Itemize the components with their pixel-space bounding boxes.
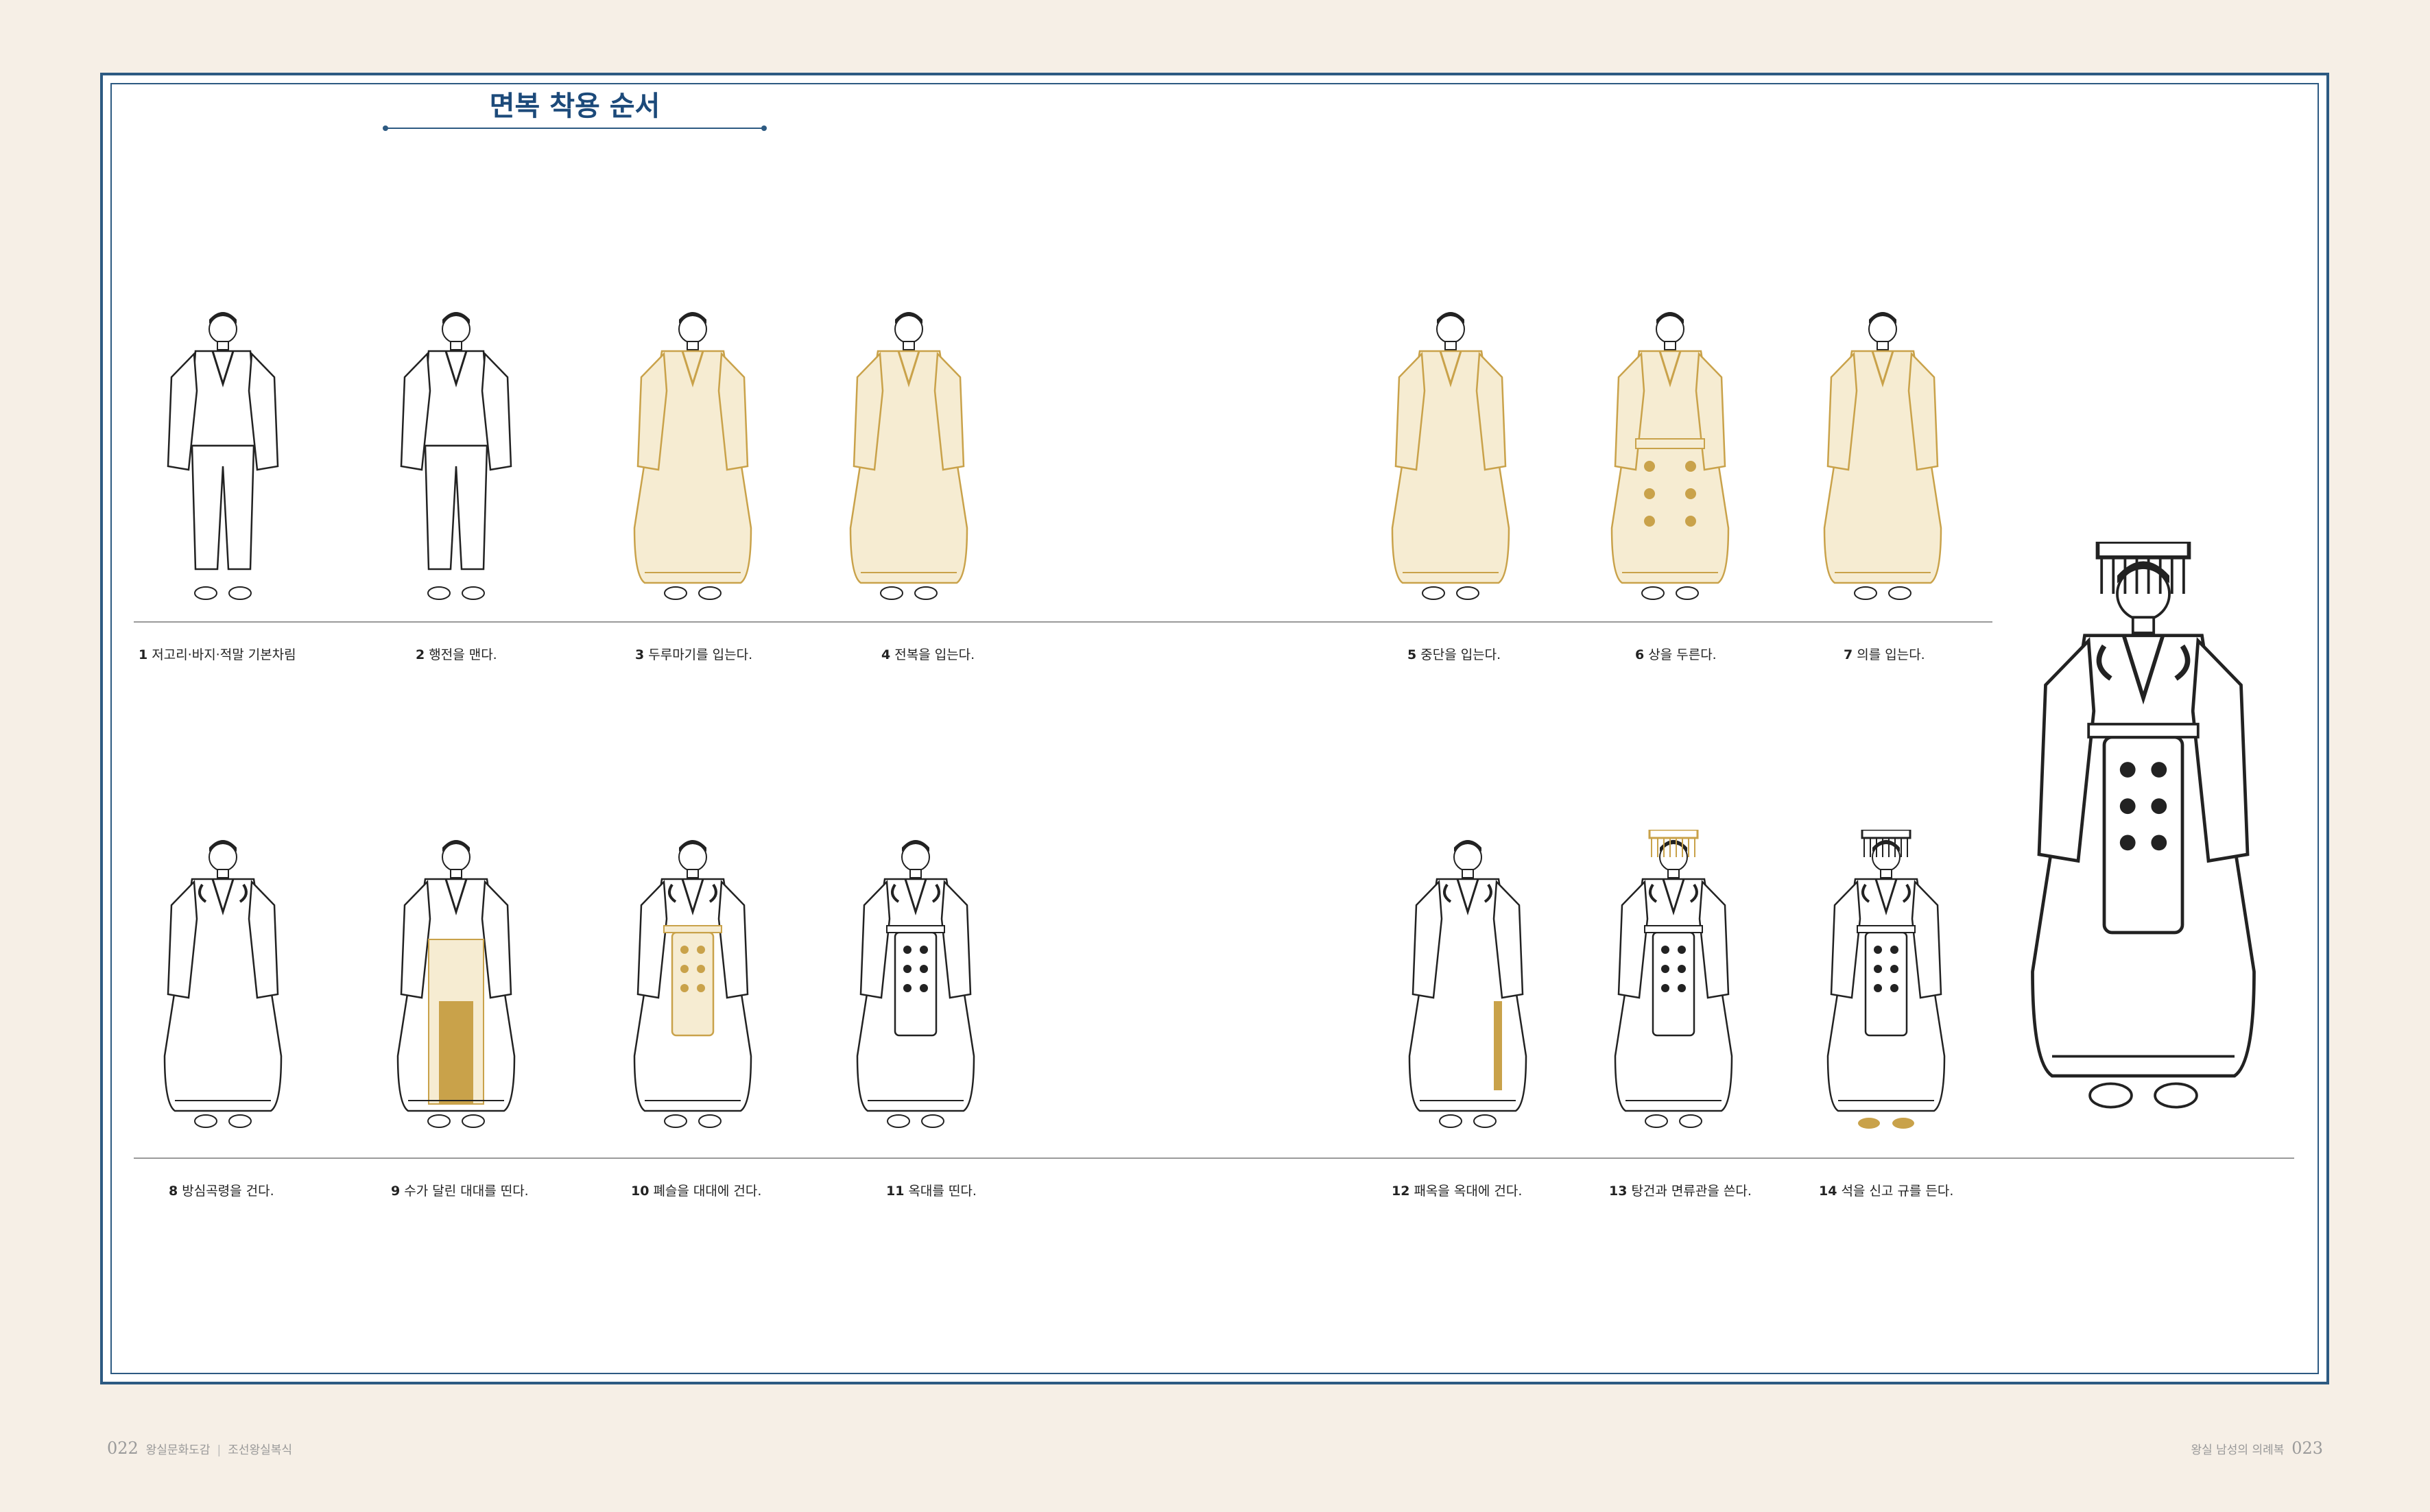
costume-figure [849, 312, 968, 600]
footer-left: 022 왕실문화도감 | 조선왕실복식 [107, 1439, 293, 1458]
costume-figure [1408, 840, 1527, 1128]
page-title: 면복 착용 순서 [489, 90, 660, 122]
costume-figure [1823, 312, 1942, 600]
step-caption: 3 두루마기를 입는다. [635, 647, 753, 662]
step-caption: 13 탕건과 면류관을 쓴다. [1609, 1184, 1752, 1199]
costume-figure [167, 312, 279, 600]
step-caption: 10 폐슬을 대대에 건다. [631, 1184, 762, 1199]
costume-figure [2031, 542, 2256, 1109]
step-caption: 14 석을 신고 규를 든다. [1819, 1184, 1954, 1199]
costume-figure [1610, 312, 1730, 600]
step-caption: 12 패옥을 옥대에 건다. [1392, 1184, 1523, 1199]
costume-figure [1391, 312, 1510, 600]
title-rule [383, 125, 767, 131]
step-caption: 9 수가 달린 대대를 띤다. [391, 1184, 529, 1199]
costume-figure [1826, 830, 1946, 1129]
step-caption: 7 의를 입는다. [1844, 647, 1925, 662]
row2-divider [134, 1157, 2294, 1159]
footer-right: 왕실 남성의 의례복 023 [2191, 1439, 2323, 1458]
costume-figure [856, 840, 975, 1128]
costume-figure [1614, 830, 1733, 1128]
row1-divider [134, 621, 1992, 623]
step-caption: 2 행전을 맨다. [416, 647, 497, 662]
costume-figure [163, 840, 283, 1128]
costume-figure [633, 312, 752, 600]
step-caption: 11 옥대를 띤다. [886, 1184, 977, 1199]
step-caption: 5 중단을 입는다. [1407, 647, 1501, 662]
step-caption: 1 저고리·바지·적말 기본차림 [139, 647, 296, 662]
costume-figure [633, 840, 752, 1128]
step-caption: 4 전복을 입는다. [881, 647, 975, 662]
costume-figure [400, 312, 512, 600]
step-caption: 8 방심곡령을 건다. [169, 1184, 274, 1199]
step-caption: 6 상을 두른다. [1635, 647, 1717, 662]
costume-figure [396, 840, 516, 1128]
